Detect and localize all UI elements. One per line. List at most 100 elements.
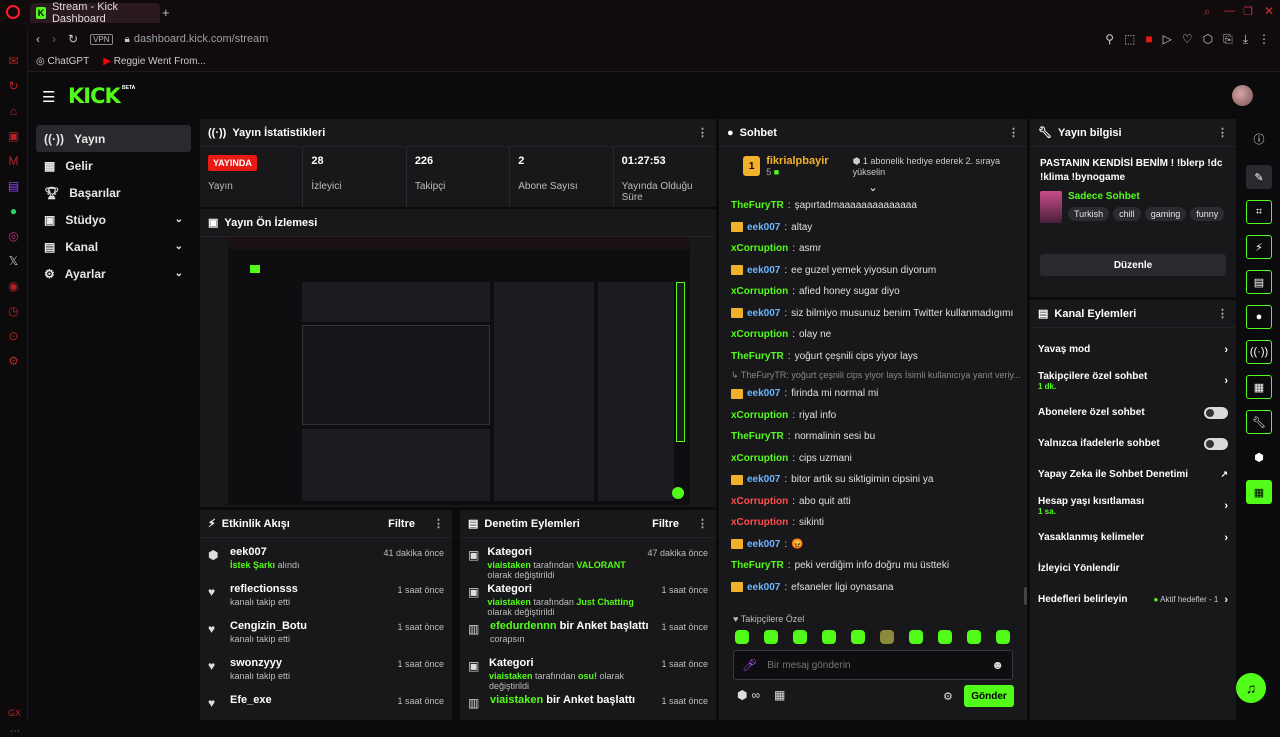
heart-icon[interactable]: ♡ bbox=[1182, 32, 1193, 47]
moderation-icon[interactable]: ▦ bbox=[1246, 375, 1272, 399]
gift-leaderboard[interactable]: 1 fikrialpbayir 5 ■ ⬢ 1 abonelik hediye e… bbox=[719, 147, 1027, 181]
pinned-chevron-icon[interactable]: ⌄ bbox=[719, 181, 1027, 194]
more-options-icon[interactable]: ⋮ bbox=[433, 517, 444, 530]
twitch-icon[interactable]: ▤ bbox=[8, 179, 19, 193]
pin-icon[interactable]: ⊙ bbox=[8, 329, 18, 343]
store-icon[interactable]: ▦ bbox=[774, 688, 785, 702]
mail-icon[interactable]: M bbox=[9, 154, 19, 168]
emote-icon[interactable] bbox=[996, 630, 1010, 644]
search-icon[interactable]: ⌕ bbox=[1204, 6, 1210, 19]
pin-tab-icon[interactable]: ⚲ bbox=[1105, 32, 1114, 47]
document-icon[interactable]: ▤ bbox=[1246, 270, 1272, 294]
send-button[interactable]: Gönder bbox=[964, 685, 1014, 707]
chat-input-field[interactable] bbox=[767, 659, 982, 671]
more-options-icon[interactable]: ⋮ bbox=[1217, 307, 1228, 320]
chat-input[interactable]: 🎤︎ ☻ bbox=[733, 650, 1013, 680]
new-tab-icon[interactable]: + bbox=[162, 5, 170, 20]
filter-button[interactable]: Filtre bbox=[388, 518, 415, 530]
chat-message[interactable]: TheFuryTR: yoğurt çeşnili cips yiyor lays bbox=[719, 346, 1027, 368]
category-name[interactable]: Sadece Sohbet bbox=[1068, 191, 1224, 202]
minimize-icon[interactable]: — bbox=[1224, 5, 1235, 17]
reload-icon[interactable]: ↻ bbox=[68, 32, 78, 46]
back-icon[interactable]: ‹ bbox=[36, 32, 40, 46]
edit-button[interactable]: Düzenle bbox=[1040, 254, 1226, 276]
chat-message[interactable]: xCorruption: riyal info bbox=[719, 405, 1027, 427]
tag[interactable]: Turkish bbox=[1068, 207, 1110, 221]
wallet-icon[interactable]: ▣ bbox=[8, 129, 19, 143]
more-options-icon[interactable]: ⋮ bbox=[697, 126, 708, 139]
emote-icon[interactable] bbox=[880, 630, 894, 644]
account-age-row[interactable]: Hesap yaşı kısıtlaması 1 sa. › bbox=[1030, 490, 1236, 522]
clip-icon[interactable]: ⌗ bbox=[1246, 200, 1272, 224]
more-options-icon[interactable]: ⋮ bbox=[1217, 126, 1228, 139]
player-icon[interactable]: ◉ bbox=[8, 279, 18, 293]
clapper-icon[interactable]: ▦ bbox=[1246, 480, 1272, 504]
category-thumbnail[interactable] bbox=[1040, 191, 1062, 223]
maximize-icon[interactable]: ❐ bbox=[1243, 5, 1253, 18]
slow-mode-row[interactable]: Yavaş mod › bbox=[1030, 334, 1236, 365]
clock-icon[interactable]: ◷ bbox=[8, 304, 18, 318]
bookmark-icon[interactable]: ⎘ bbox=[1223, 32, 1233, 47]
info-icon[interactable]: ⓘ bbox=[1246, 127, 1272, 151]
ai-moderation-row[interactable]: Yapay Zeka ile Sohbet Denetimi ↗ bbox=[1030, 459, 1236, 490]
sidebar-item-kanal[interactable]: ▤ Kanal ⌄ bbox=[36, 233, 191, 260]
emote-icon[interactable] bbox=[764, 630, 778, 644]
gift-icon[interactable]: ⬢ bbox=[737, 688, 747, 702]
chat-message[interactable]: eek007: 😡 bbox=[719, 534, 1027, 556]
bolt-icon[interactable]: ⚡︎ bbox=[1246, 235, 1272, 259]
gift-icon[interactable]: ⬢ bbox=[1246, 445, 1272, 469]
more-icon[interactable]: ⋯ bbox=[10, 726, 20, 737]
chat-message[interactable]: TheFuryTR: normalinin sesi bu bbox=[719, 426, 1027, 448]
vpn-badge[interactable]: VPN bbox=[90, 33, 113, 45]
tag[interactable]: gaming bbox=[1144, 207, 1187, 221]
chat-message[interactable]: TheFuryTR: şapırtadmaaaaaaaaaaaaaa bbox=[719, 195, 1027, 217]
tag[interactable]: funny bbox=[1190, 207, 1225, 221]
emote-icon[interactable] bbox=[822, 630, 836, 644]
sidebar-item-studyo[interactable]: ▣ Stüdyo ⌄ bbox=[36, 206, 191, 233]
banned-words-row[interactable]: Yasaklanmış kelimeler › bbox=[1030, 522, 1236, 553]
kick-logo[interactable]: KICK bbox=[68, 84, 121, 108]
messenger-icon[interactable]: ✉ bbox=[8, 54, 18, 68]
filter-button[interactable]: Filtre bbox=[652, 518, 679, 530]
chat-message[interactable]: xCorruption: cips uzmani bbox=[719, 448, 1027, 470]
close-icon[interactable]: ✕ bbox=[1264, 4, 1274, 18]
infinity-icon[interactable]: ∞ bbox=[751, 688, 760, 702]
chat-message[interactable]: eek007: bitor artik su siktigimin cipsini… bbox=[719, 469, 1027, 491]
history-icon[interactable]: ↻ bbox=[8, 79, 18, 93]
settings-icon[interactable]: ⚙ bbox=[8, 354, 19, 368]
mic-icon[interactable]: 🎤︎ bbox=[742, 658, 757, 672]
whatsapp-icon[interactable]: ● bbox=[10, 204, 17, 218]
sidebar-item-gelir[interactable]: ▦ Gelir bbox=[36, 152, 191, 179]
hamburger-menu-icon[interactable]: ☰ bbox=[42, 88, 55, 106]
emote-icon[interactable] bbox=[909, 630, 923, 644]
chat-message[interactable]: xCorruption: abo quit atti bbox=[719, 491, 1027, 513]
wrench-icon[interactable]: 🔧︎ bbox=[1246, 410, 1272, 434]
stream-preview-video[interactable] bbox=[228, 237, 690, 505]
shield-icon[interactable]: ■ bbox=[1145, 32, 1152, 47]
tag[interactable]: chill bbox=[1113, 207, 1141, 221]
x-icon[interactable]: 𝕏 bbox=[9, 254, 19, 268]
forward-icon[interactable]: › bbox=[52, 32, 56, 46]
bookmark-youtube[interactable]: ▶ Reggie Went From... bbox=[103, 56, 206, 67]
raid-row[interactable]: İzleyici Yönlendir bbox=[1030, 553, 1236, 584]
edit-pencil-icon[interactable]: ✎ bbox=[1246, 165, 1272, 189]
chat-message[interactable]: xCorruption: olay ne bbox=[719, 324, 1027, 346]
chat-scrollbar[interactable] bbox=[1024, 587, 1027, 605]
chat-message[interactable]: eek007: efsaneler ligi oynasana bbox=[719, 577, 1027, 599]
more-options-icon[interactable]: ⋮ bbox=[1008, 126, 1019, 139]
chat-icon[interactable]: ● bbox=[1246, 305, 1272, 329]
avatar[interactable] bbox=[1232, 85, 1253, 106]
chat-message[interactable]: xCorruption: sikinti bbox=[719, 512, 1027, 534]
support-headset-icon[interactable]: ♫ bbox=[1236, 673, 1266, 703]
emoji-icon[interactable]: ☻ bbox=[991, 658, 1004, 672]
chat-message[interactable]: eek007: firinda mi normal mi bbox=[719, 383, 1027, 405]
browser-tab[interactable]: K Stream - Kick Dashboard bbox=[30, 1, 160, 25]
goals-row[interactable]: Hedefleri belirleyin ● Aktif hedefler - 1… bbox=[1030, 584, 1236, 615]
broadcast-icon[interactable]: ((·)) bbox=[1246, 340, 1272, 364]
opera-logo-icon[interactable] bbox=[6, 5, 20, 19]
chat-message[interactable]: eek007: ee guzel yemek yiyosun diyorum bbox=[719, 260, 1027, 282]
chat-message[interactable]: TheFuryTR: peki verdiğim info doğru mu üs… bbox=[719, 555, 1027, 577]
chat-message[interactable]: xCorruption: afied honey sugar diyo bbox=[719, 281, 1027, 303]
bag-icon[interactable]: ⌂ bbox=[10, 104, 17, 118]
chat-message[interactable]: eek007: siz bilmiyo musunuz benim Twitter… bbox=[719, 303, 1027, 325]
